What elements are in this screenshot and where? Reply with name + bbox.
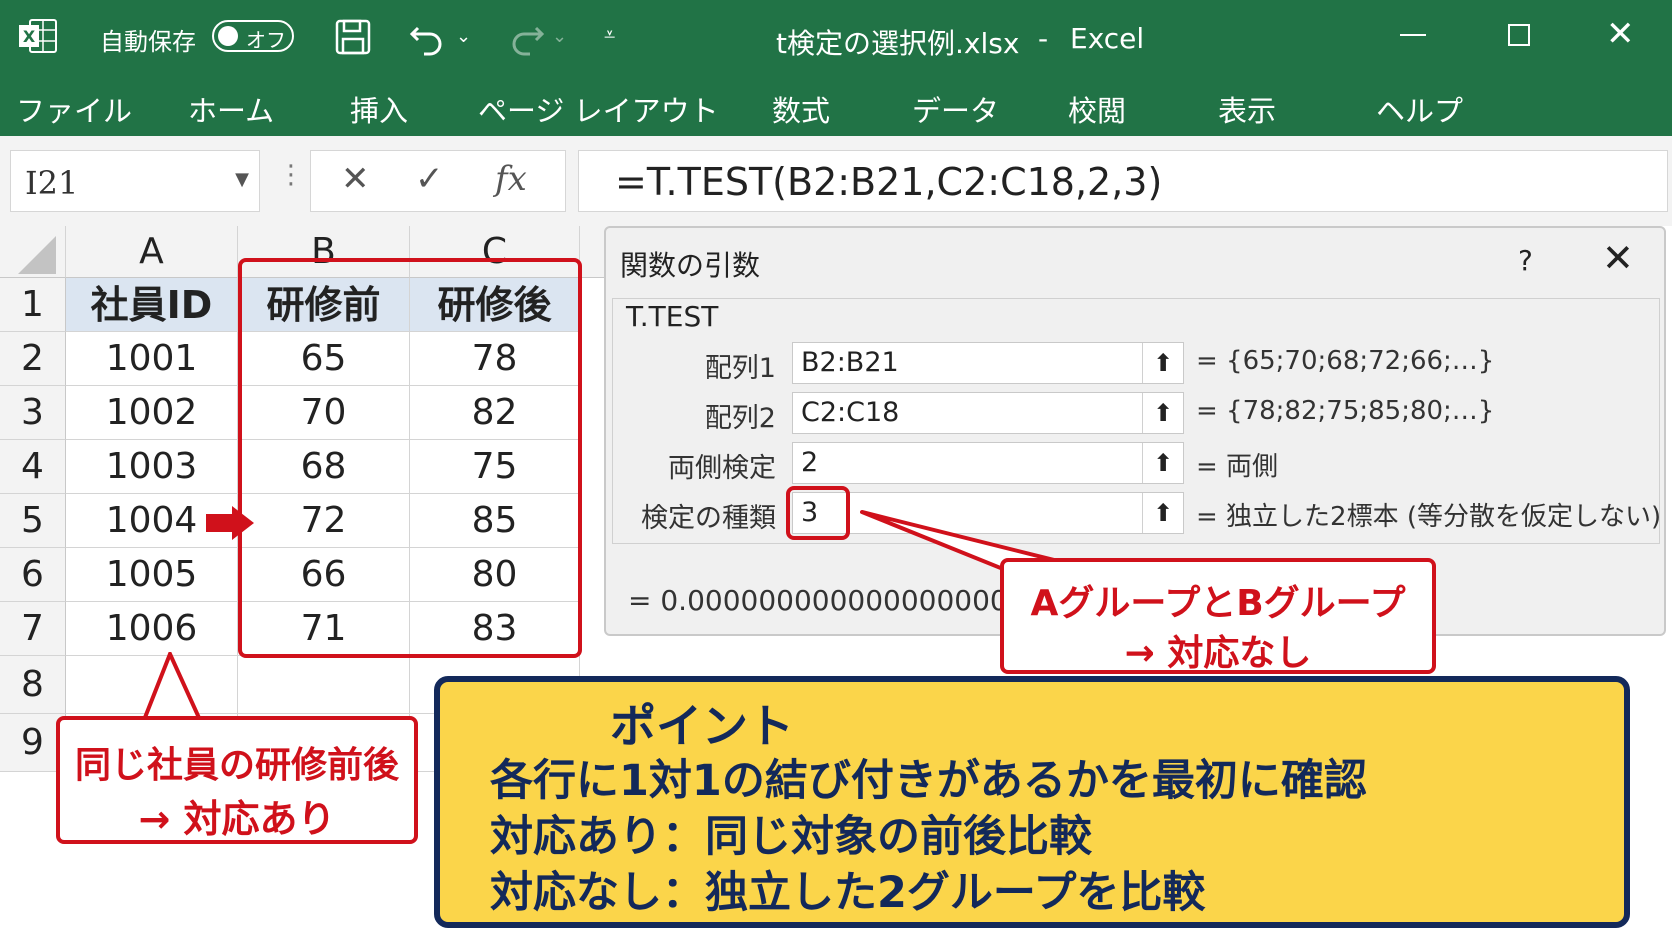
- excel-logo-icon: X: [18, 18, 58, 54]
- arg3-result: = 両側: [1196, 452, 1279, 482]
- right-callout: AグループとBグループ → 対応なし: [1000, 558, 1436, 674]
- left-callout-line2: → 対応あり: [138, 797, 336, 841]
- autosave-label: 自動保存: [100, 28, 196, 56]
- arg2-value: C2:C18: [801, 397, 900, 428]
- title-bar: X 自動保存 オフ ⌄ ⌄ ⩡ t検定の選択例.xlsx - Excel ✕: [0, 0, 1672, 72]
- window-app-name: Excel: [1070, 22, 1145, 55]
- point-box: ポイント 各行に1対1の結び付きがあるかを最初に確認 対応あり：同じ対象の前後比…: [434, 676, 1630, 928]
- tab-view[interactable]: 表示: [1218, 88, 1276, 130]
- arg1-label: 配列1: [704, 353, 776, 384]
- collapse-dialog-icon[interactable]: ⬆: [1142, 443, 1183, 483]
- cell-b8[interactable]: [238, 656, 410, 714]
- maximize-icon[interactable]: [1508, 24, 1530, 46]
- ribbon-tabs: ファイル ホーム 挿入 ページ レイアウト 数式 データ 校閲 表示 ヘルプ: [0, 72, 1672, 136]
- row-header-8[interactable]: 8: [0, 656, 66, 714]
- cell-a7[interactable]: 1006: [66, 602, 238, 656]
- svg-text:X: X: [23, 27, 36, 46]
- more-options-icon[interactable]: ⋮: [278, 160, 304, 190]
- tab-formulas[interactable]: 数式: [772, 88, 830, 130]
- arg4-result: = 独立した2標本 (等分散を仮定しない): [1196, 502, 1662, 532]
- row-header-7[interactable]: 7: [0, 602, 66, 656]
- left-callout-pointer: [141, 652, 204, 722]
- point-line-3: 対応なし：独立した2グループを比較: [490, 868, 1206, 918]
- right-callout-line2: → 対応なし: [1124, 633, 1312, 674]
- row-header-3[interactable]: 3: [0, 386, 66, 440]
- toggle-knob: [218, 26, 238, 46]
- save-icon[interactable]: [334, 18, 372, 56]
- name-box[interactable]: I21 ▼: [10, 150, 260, 212]
- redo-icon: [506, 18, 546, 56]
- arg2-result: = {78;82;75;85;80;…}: [1196, 396, 1495, 426]
- point-line-2: 対応あり：同じ対象の前後比較: [490, 812, 1092, 862]
- undo-icon[interactable]: [408, 18, 448, 56]
- collapse-dialog-icon[interactable]: ⬆: [1142, 493, 1183, 533]
- collapse-dialog-icon[interactable]: ⬆: [1142, 393, 1183, 433]
- column-header-a[interactable]: A: [66, 226, 238, 278]
- arg2-input[interactable]: C2:C18 ⬆: [792, 392, 1184, 434]
- arg1-input[interactable]: B2:B21 ⬆: [792, 342, 1184, 384]
- close-icon[interactable]: ✕: [1602, 236, 1634, 280]
- arg2-label: 配列2: [704, 403, 776, 434]
- left-callout-line1: 同じ社員の研修前後: [74, 745, 399, 786]
- row-header-4[interactable]: 4: [0, 440, 66, 494]
- confirm-icon[interactable]: ✓: [415, 159, 444, 199]
- cell-a1[interactable]: 社員ID: [66, 278, 238, 332]
- tab-home[interactable]: ホーム: [188, 88, 274, 130]
- close-window-icon[interactable]: ✕: [1606, 14, 1635, 54]
- formula-input[interactable]: =T.TEST(B2:B21,C2:C18,2,3): [578, 150, 1668, 212]
- arg4-label: 検定の種類: [641, 503, 776, 534]
- formula-text: =T.TEST(B2:B21,C2:C18,2,3): [615, 160, 1163, 204]
- row-header-2[interactable]: 2: [0, 332, 66, 386]
- window-filename: t検定の選択例.xlsx: [776, 27, 1020, 60]
- paired-columns-highlight: [238, 258, 582, 658]
- undo-dropdown-icon[interactable]: ⌄: [456, 26, 471, 47]
- dialog-title: 関数の引数: [620, 249, 761, 282]
- arg3-label: 両側検定: [668, 453, 776, 484]
- function-name: T.TEST: [622, 300, 723, 333]
- point-line-1: 各行に1対1の結び付きがあるかを最初に確認: [490, 756, 1367, 806]
- tab-review[interactable]: 校閲: [1068, 88, 1126, 130]
- minimize-icon[interactable]: [1400, 34, 1426, 36]
- tab-page-layout[interactable]: ページ レイアウト: [478, 88, 719, 130]
- chevron-down-icon[interactable]: ▼: [235, 169, 249, 190]
- insert-function-icon[interactable]: fx: [495, 159, 527, 199]
- collapse-dialog-icon[interactable]: ⬆: [1142, 343, 1183, 383]
- autosave-state: オフ: [246, 28, 286, 52]
- arg3-input[interactable]: 2 ⬆: [792, 442, 1184, 484]
- cancel-icon[interactable]: ✕: [341, 159, 370, 199]
- row-header-1[interactable]: 1: [0, 278, 66, 332]
- left-callout: 同じ社員の研修前後 → 対応あり: [56, 716, 418, 844]
- row-header-6[interactable]: 6: [0, 548, 66, 602]
- cell-a4[interactable]: 1003: [66, 440, 238, 494]
- name-box-value: I21: [25, 164, 79, 202]
- row-pointer-arrow-icon: [206, 506, 256, 540]
- arg1-result: = {65;70;68;72;66;…}: [1196, 346, 1495, 376]
- test-type-highlight: [786, 486, 850, 540]
- tab-data[interactable]: データ: [912, 88, 999, 130]
- right-callout-line1: AグループとBグループ: [1030, 583, 1406, 624]
- arg1-value: B2:B21: [801, 347, 899, 378]
- help-button[interactable]: ?: [1518, 244, 1533, 277]
- customize-toolbar-icon[interactable]: ⩡: [604, 22, 615, 46]
- select-all-corner[interactable]: [0, 226, 66, 278]
- arg3-value: 2: [801, 447, 819, 478]
- formula-bar-area: I21 ▼ ⋮ ✕ ✓ fx =T.TEST(B2:B21,C2:C18,2,3…: [0, 136, 1672, 226]
- tab-file[interactable]: ファイル: [16, 88, 132, 130]
- row-header-5[interactable]: 5: [0, 494, 66, 548]
- formula-buttons: ✕ ✓ fx: [310, 150, 566, 212]
- cell-a2[interactable]: 1001: [66, 332, 238, 386]
- cell-a3[interactable]: 1002: [66, 386, 238, 440]
- tab-insert[interactable]: 挿入: [350, 88, 408, 130]
- autosave-toggle[interactable]: オフ: [212, 20, 294, 52]
- redo-dropdown-icon: ⌄: [552, 26, 568, 47]
- window-title-separator: -: [1038, 22, 1049, 55]
- tab-help[interactable]: ヘルプ: [1376, 88, 1463, 130]
- cell-a6[interactable]: 1005: [66, 548, 238, 602]
